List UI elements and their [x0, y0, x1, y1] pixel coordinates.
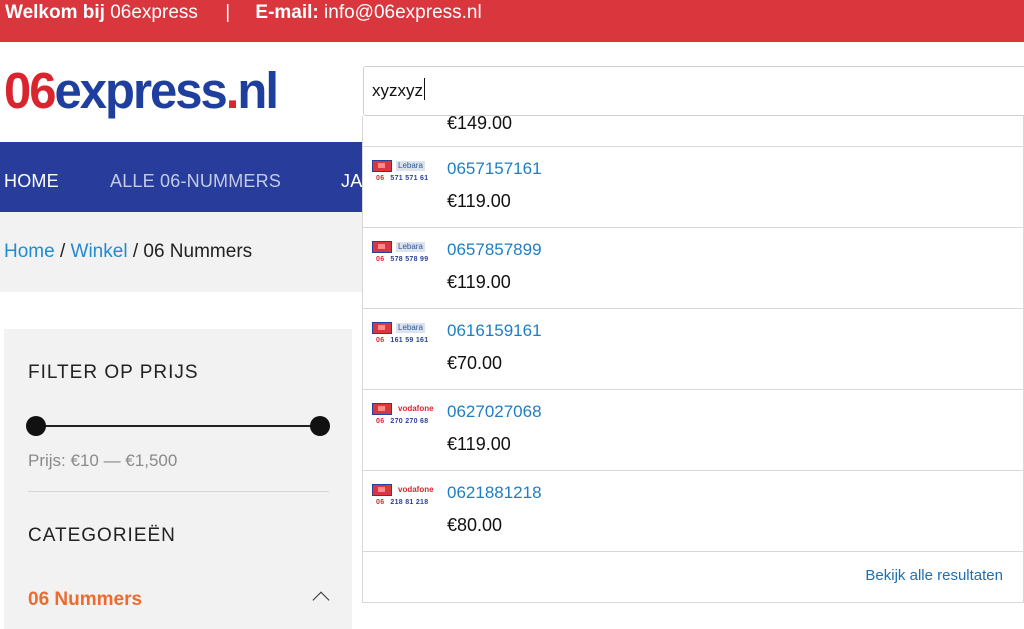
- sim-card-thumbnail: Lebara 06 161 59 161: [372, 322, 436, 348]
- result-price: €119.00: [447, 434, 511, 454]
- nav-item-ja[interactable]: JA: [341, 170, 362, 192]
- categories-title: CATEGORIEËN: [28, 525, 176, 546]
- sim-card-thumbnail: Lebara 06 578 578 99: [372, 241, 436, 267]
- breadcrumb: Home / Winkel / 06 Nummers: [4, 241, 252, 263]
- text-caret: [424, 78, 425, 100]
- carrier-logo: Lebara: [396, 323, 425, 333]
- thumbnail-number: 06 571 571 61: [376, 175, 428, 182]
- thumbnail-digits: 571 571 61: [390, 175, 429, 182]
- result-number-link[interactable]: 0621881218: [447, 483, 542, 503]
- category-06-nummers[interactable]: 06 Nummers: [28, 589, 142, 611]
- thumbnail-number: 06 218 81 218: [376, 499, 428, 506]
- result-price: €119.00: [447, 191, 511, 211]
- breadcrumb-winkel[interactable]: Winkel: [71, 241, 128, 262]
- site-name: 06express: [110, 2, 198, 23]
- breadcrumb-sep: /: [127, 241, 144, 262]
- email-label: E-mail:: [255, 2, 319, 23]
- breadcrumb-home[interactable]: Home: [4, 241, 55, 262]
- sim-card-thumbnail: vodafone 06 270 270 68: [372, 403, 436, 429]
- result-price-partial: €149.00: [447, 116, 513, 133]
- sim-card-icon: [372, 403, 392, 415]
- search-input[interactable]: xyzxyz: [363, 66, 1024, 116]
- nav-item-alle-06-nummers[interactable]: ALLE 06-NUMMERS: [110, 170, 281, 192]
- result-number-link[interactable]: 0616159161: [447, 321, 542, 341]
- thumbnail-prefix: 06: [376, 337, 385, 344]
- thumbnail-digits: 270 270 68: [390, 418, 429, 425]
- filter-title: FILTER OP PRIJS: [28, 362, 199, 383]
- logo-part-express: express: [54, 63, 228, 120]
- search-result[interactable]: vodafone 06 270 270 68 0627027068 €119.00: [363, 390, 1023, 471]
- sim-card-icon: [372, 484, 392, 496]
- thumbnail-prefix: 06: [376, 418, 385, 425]
- result-price: €119.00: [447, 272, 511, 292]
- thumbnail-digits: 161 59 161: [390, 337, 429, 344]
- result-number-link[interactable]: 0627027068: [447, 402, 542, 422]
- nav-item-home[interactable]: HOME: [4, 170, 59, 192]
- sim-card-icon: [372, 241, 392, 253]
- price-slider-max-handle[interactable]: [310, 416, 330, 436]
- thumbnail-digits: 218 81 218: [390, 499, 429, 506]
- price-range-label: Prijs: €10 — €1,500: [28, 451, 178, 470]
- thumbnail-prefix: 06: [376, 499, 385, 506]
- result-number-link[interactable]: 0657157161: [447, 159, 542, 179]
- thumbnail-number: 06 161 59 161: [376, 337, 428, 344]
- topbar-separator: |: [225, 2, 231, 23]
- result-price: €80.00: [447, 515, 503, 535]
- search-value: xyzxyz: [372, 81, 423, 100]
- search-result[interactable]: Lebara 06 571 571 61 0657157161 €119.00: [363, 147, 1023, 228]
- carrier-logo: Lebara: [396, 242, 425, 252]
- sim-card-icon: [372, 160, 392, 172]
- thumbnail-prefix: 06: [376, 175, 385, 182]
- sidebar-divider: [28, 491, 329, 492]
- carrier-logo: Lebara: [396, 161, 425, 171]
- search-result[interactable]: Lebara 06 578 578 99 0657857899 €119.00: [363, 228, 1023, 309]
- thumbnail-number: 06 270 270 68: [376, 418, 428, 425]
- site-logo[interactable]: 06express.nl: [4, 62, 279, 121]
- thumbnail-prefix: 06: [376, 256, 385, 263]
- breadcrumb-sep: /: [54, 241, 71, 262]
- logo-part-dot: .: [225, 63, 240, 120]
- carrier-logo: vodafone: [398, 404, 434, 413]
- thumbnail-number: 06 578 578 99: [376, 256, 428, 263]
- welcome-label: Welkom bij: [5, 2, 105, 23]
- carrier-logo: vodafone: [398, 485, 434, 494]
- thumbnail-digits: 578 578 99: [390, 256, 429, 263]
- price-slider-min-handle[interactable]: [26, 416, 46, 436]
- search-results-dropdown: €149.00 Lebara 06 571 571 61 0657157161 €…: [362, 116, 1024, 603]
- search-result[interactable]: Lebara 06 161 59 161 0616159161 €70.00: [363, 309, 1023, 390]
- view-all-results-link[interactable]: Bekijk alle resultaten: [865, 567, 1003, 584]
- price-slider-track[interactable]: [36, 425, 320, 427]
- result-price: €70.00: [447, 353, 503, 373]
- logo-part-nl: nl: [237, 63, 279, 120]
- main-nav: HOME ALLE 06-NUMMERS JA: [0, 142, 362, 212]
- email-link[interactable]: info@06express.nl: [324, 2, 482, 23]
- search-result[interactable]: vodafone 06 218 81 218 0621881218 €80.00: [363, 471, 1023, 552]
- sim-card-icon: [372, 322, 392, 334]
- result-number-link[interactable]: 0657857899: [447, 240, 542, 260]
- logo-part-06: 06: [4, 63, 56, 120]
- top-bar: Welkom bij 06express | E-mail: info@06ex…: [0, 0, 1024, 42]
- sim-card-thumbnail: vodafone 06 218 81 218: [372, 484, 436, 510]
- sim-card-thumbnail: Lebara 06 571 571 61: [372, 160, 436, 186]
- breadcrumb-current: 06 Nummers: [143, 241, 253, 262]
